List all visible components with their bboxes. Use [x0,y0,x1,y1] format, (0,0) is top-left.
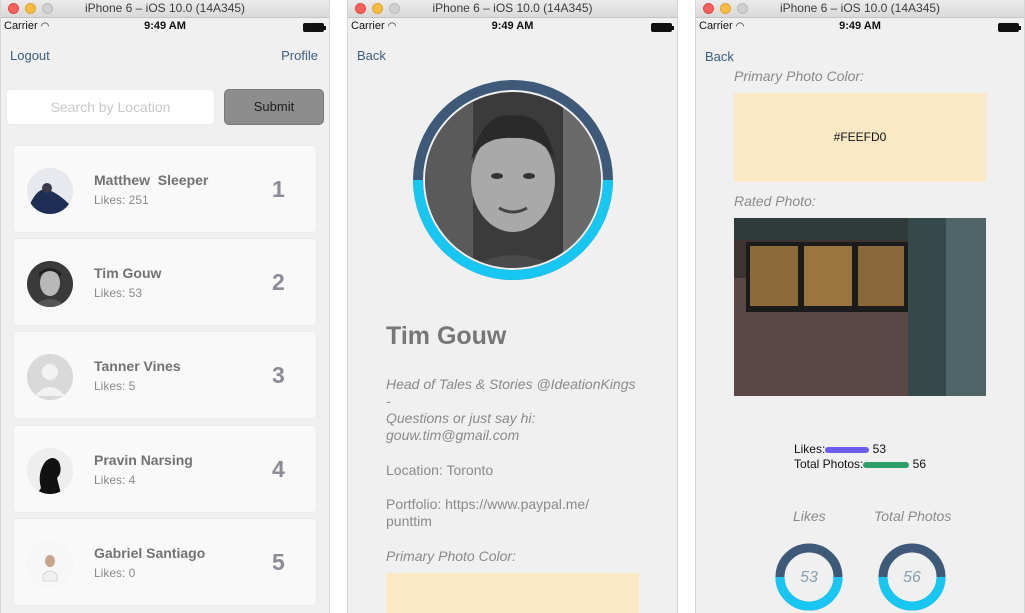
window-title: iPhone 6 – iOS 10.0 (14A345) [779,1,941,15]
ring-likes-label: Likes [793,508,826,524]
minimize-window-button[interactable] [720,3,731,14]
primary-color-swatch: #FEEFD0 [734,93,986,182]
bio-line: Questions or just say hi: [386,410,536,426]
user-name: Gabriel Santiago [94,545,206,561]
ring-likes-value: 53 [800,569,818,586]
minimize-window-button[interactable] [25,3,36,14]
user-rank: 1 [272,176,285,202]
primary-color-label: Primary Photo Color: [386,548,516,564]
status-bar: Carrier ◠ 9:49 AM [348,18,677,35]
likes-value: 53 [872,442,887,456]
total-ring-chart: 56 [877,542,947,612]
user-name: Tim Gouw [94,265,162,281]
rated-photo-label: Rated Photo: [734,193,816,209]
avatar [27,168,73,214]
minimize-window-button[interactable] [372,3,383,14]
user-likes: Likes: 5 [94,379,136,393]
user-likes: Likes: 251 [94,193,149,207]
portfolio-link[interactable]: Portfolio: https://www.paypal.me/ [386,496,589,513]
window-titlebar: iPhone 6 – iOS 10.0 (14A345) [1,0,329,18]
profile-location: Location: Toronto [386,462,494,478]
logout-button[interactable]: Logout [10,48,50,63]
user-rank: 5 [272,549,285,575]
window-controls [355,3,400,14]
user-card[interactable]: Gabriel Santiago Likes: 0 5 [13,518,317,606]
close-window-button[interactable] [355,3,366,14]
user-card[interactable]: Tanner Vines Likes: 5 3 [13,331,317,419]
avatar [27,448,73,494]
status-time: 9:49 AM [491,20,534,32]
user-likes: Likes: 4 [94,473,136,487]
user-card[interactable]: Pravin Narsing Likes: 4 4 [13,425,317,513]
status-bar: Carrier ◠ 9:49 AM [1,18,329,35]
simulator-window-profile: iPhone 6 – iOS 10.0 (14A345) Carrier ◠ 9:… [347,0,678,613]
likes-ring-chart: 53 [774,542,844,612]
back-button[interactable]: Back [357,48,386,63]
user-name: Tanner Vines [94,358,181,374]
close-window-button[interactable] [703,3,714,14]
primary-color-hex: #FEEFD0 [833,130,887,144]
status-time: 9:49 AM [839,20,881,32]
user-card[interactable]: Tim Gouw Likes: 53 2 [13,238,317,326]
total-label: Total Photos: [793,457,864,471]
back-button[interactable]: Back [705,49,734,64]
ring-total-value: 56 [903,569,921,586]
simulator-window-list: iPhone 6 – iOS 10.0 (14A345) Carrier ◠ 9:… [0,0,330,613]
simulator-window-stats: iPhone 6 – iOS 10.0 (14A345) Carrier ◠ 9:… [695,0,1025,613]
user-likes: Likes: 0 [94,566,136,580]
stats-total-row: Total Photos: 56 [696,457,1024,471]
rated-photo [734,218,986,396]
status-time: 9:49 AM [144,20,186,32]
zoom-window-button[interactable] [389,3,400,14]
profile-name: Tim Gouw [386,322,507,350]
battery-icon [998,23,1021,32]
total-value: 56 [912,457,927,471]
zoom-window-button[interactable] [42,3,53,14]
profile-photo-ring [413,80,613,280]
submit-button[interactable]: Submit [224,89,324,125]
bio-line: - [386,393,391,409]
window-controls [8,3,53,14]
user-rank: 2 [272,269,285,295]
avatar [27,261,73,307]
close-window-button[interactable] [8,3,19,14]
battery-icon [303,23,326,32]
user-likes: Likes: 53 [94,286,143,300]
status-bar: Carrier ◠ 9:49 AM [696,18,1024,35]
bio-line: gouw.tim@gmail.com [386,427,520,443]
ring-total-label: Total Photos [874,508,952,524]
profile-bio: Head of Tales & Stories @IdeationKings -… [386,376,636,444]
window-title: iPhone 6 – iOS 10.0 (14A345) [84,1,246,15]
profile-portfolio: Portfolio: https://www.paypal.me/ puntti… [386,496,589,530]
portfolio-link-cont[interactable]: punttim [386,513,589,530]
avatar [27,541,73,587]
likes-label: Likes: [793,442,826,456]
user-card[interactable]: Matthew Sleeper Likes: 251 1 [13,145,317,233]
window-titlebar: iPhone 6 – iOS 10.0 (14A345) [348,0,677,18]
battery-icon [651,23,674,32]
likes-bar [825,446,870,453]
profile-button[interactable]: Profile [281,48,318,63]
user-rank: 4 [272,456,285,482]
window-title: iPhone 6 – iOS 10.0 (14A345) [432,1,593,15]
total-bar [863,461,910,468]
zoom-window-button[interactable] [737,3,748,14]
stats-likes-row: Likes: 53 [696,442,1024,456]
search-input[interactable]: Search by Location [6,89,215,125]
primary-color-swatch [386,573,639,613]
window-titlebar: iPhone 6 – iOS 10.0 (14A345) [696,0,1024,18]
window-controls [703,3,748,14]
user-rank: 3 [272,362,285,388]
user-name: Pravin Narsing [94,452,193,468]
bio-line: Head of Tales & Stories @IdeationKings [386,376,636,392]
user-name: Matthew Sleeper [94,172,209,188]
avatar-placeholder-icon [27,354,73,400]
primary-color-label: Primary Photo Color: [734,68,864,84]
